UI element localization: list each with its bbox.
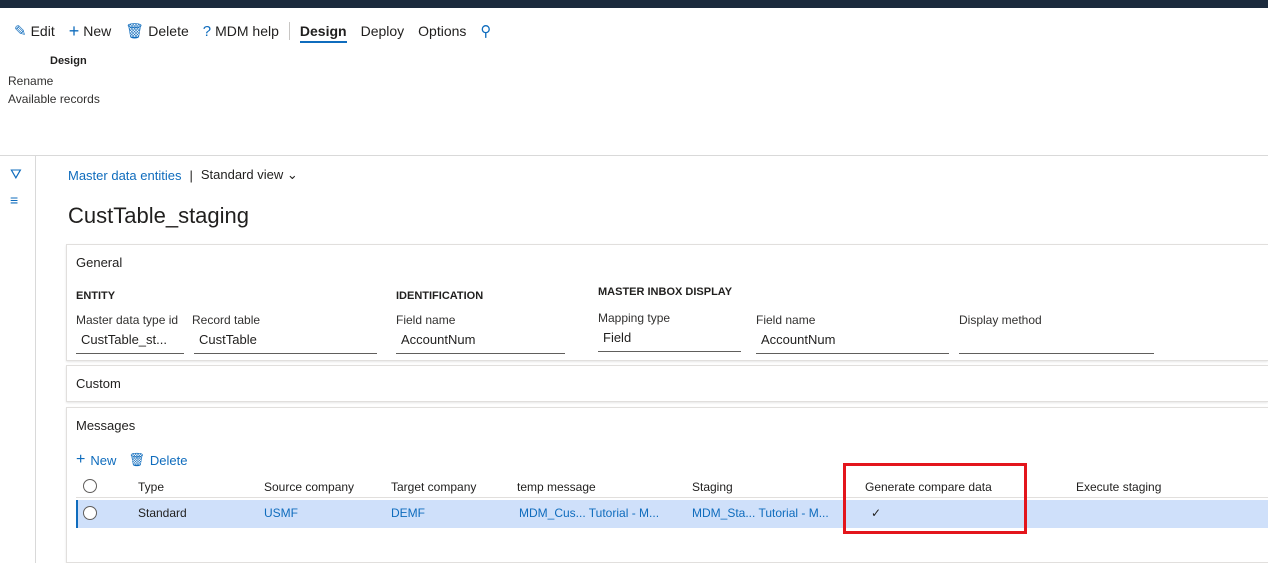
mapping-type-field[interactable]: Field <box>598 330 741 352</box>
view-selector[interactable]: Standard view ⌄ <box>201 167 298 183</box>
new-button[interactable]: + New <box>69 22 112 40</box>
breadcrumb-master-data-entities[interactable]: Master data entities <box>68 168 181 183</box>
record-table-field[interactable]: CustTable <box>194 332 377 354</box>
column-source-company[interactable]: Source company <box>264 480 354 494</box>
edit-button[interactable]: ✎ Edit <box>14 23 55 39</box>
messages-grid-header: Type Source company Target company temp … <box>76 474 1268 498</box>
pencil-icon: ✎ <box>14 22 27 40</box>
general-header[interactable]: General <box>76 255 122 270</box>
tab-options[interactable]: Options <box>418 23 466 39</box>
column-execute-staging[interactable]: Execute staging <box>1076 480 1161 494</box>
custom-fasttab: Custom <box>66 365 1268 402</box>
question-icon: ? <box>202 22 212 40</box>
command-divider <box>288 22 290 40</box>
trash-icon: 🗑 <box>125 22 145 40</box>
custom-header[interactable]: Custom <box>76 376 121 391</box>
messages-header[interactable]: Messages <box>76 418 135 433</box>
inbox-field-name-field[interactable]: AccountNum <box>756 332 949 354</box>
filter-icon[interactable]: ⛛ <box>10 166 22 183</box>
mdm-help-button[interactable]: ? MDM help <box>203 23 279 39</box>
display-method-label: Display method <box>959 313 1042 327</box>
table-row[interactable]: Standard USMF DEMF MDM_Cus... Tutorial -… <box>76 500 1268 528</box>
rename-button[interactable]: Rename <box>8 74 53 88</box>
command-row: ✎ Edit + New 🗑 Delete ? MDM help Design … <box>14 20 505 43</box>
identification-group-header: IDENTIFICATION <box>396 290 484 302</box>
column-staging[interactable]: Staging <box>692 480 733 494</box>
available-records-button[interactable]: Available records <box>8 92 100 106</box>
design-group-title: Design <box>50 55 87 67</box>
select-all-radio[interactable] <box>83 479 97 493</box>
messages-new-button[interactable]: + New <box>76 451 116 469</box>
column-temp-message[interactable]: temp message <box>517 480 596 494</box>
column-generate-compare-data[interactable]: Generate compare data <box>865 480 992 494</box>
messages-delete-button[interactable]: 🗑 Delete <box>128 451 187 469</box>
search-button[interactable]: ⚲ <box>480 24 491 39</box>
list-icon[interactable]: ≡ <box>10 192 18 208</box>
plus-icon: + <box>68 21 80 41</box>
master-inbox-display-group-header: MASTER INBOX DISPLAY <box>598 286 733 298</box>
row-type: Standard <box>138 506 187 520</box>
row-temp-message-link[interactable]: MDM_Cus... Tutorial - M... <box>519 506 659 520</box>
master-data-type-id-label: Master data type id <box>76 313 179 327</box>
plus-icon: + <box>76 451 86 468</box>
row-select-radio[interactable] <box>83 506 97 520</box>
action-pane: ✎ Edit + New 🗑 Delete ? MDM help Design … <box>0 8 1268 156</box>
chevron-down-icon: ⌄ <box>286 167 298 182</box>
delete-button[interactable]: 🗑 Delete <box>125 23 189 39</box>
tab-deploy[interactable]: Deploy <box>361 23 405 39</box>
search-icon: ⚲ <box>480 22 492 40</box>
identification-field-name-field[interactable]: AccountNum <box>396 332 565 354</box>
breadcrumb: Master data entities | Standard view ⌄ <box>68 167 298 183</box>
master-data-type-id-field[interactable]: CustTable_st... <box>76 332 184 354</box>
row-generate-compare-data-check[interactable]: ✓ <box>871 506 881 520</box>
breadcrumb-separator: | <box>189 167 193 183</box>
row-staging-link[interactable]: MDM_Sta... Tutorial - M... <box>692 506 829 520</box>
column-type[interactable]: Type <box>138 480 164 494</box>
general-fasttab: General ENTITY Master data type id CustT… <box>66 244 1268 361</box>
identification-field-name-label: Field name <box>396 313 456 327</box>
entity-group-header: ENTITY <box>76 290 116 302</box>
inbox-field-name-label: Field name <box>756 313 816 327</box>
mapping-type-label: Mapping type <box>598 311 671 325</box>
app-top-bar <box>0 0 1268 8</box>
left-rail: ⛛ ≡ <box>0 156 36 563</box>
trash-icon: 🗑 <box>128 452 145 467</box>
record-table-label: Record table <box>192 313 261 327</box>
tab-design[interactable]: Design <box>299 23 347 43</box>
display-method-field[interactable] <box>959 332 1154 354</box>
row-target-company-link[interactable]: DEMF <box>391 506 425 520</box>
row-source-company-link[interactable]: USMF <box>264 506 298 520</box>
page-title: CustTable_staging <box>68 203 250 228</box>
column-target-company[interactable]: Target company <box>391 480 476 494</box>
messages-toolbar: + New 🗑 Delete <box>76 451 199 469</box>
